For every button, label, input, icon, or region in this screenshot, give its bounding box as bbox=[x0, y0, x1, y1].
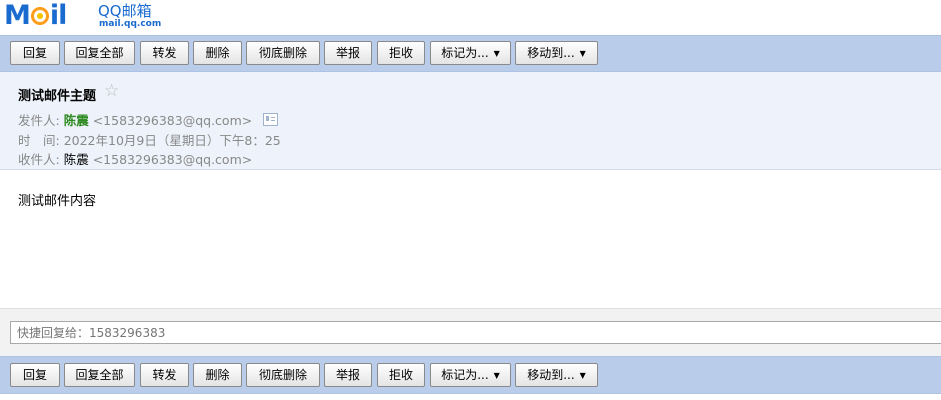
move-to-dropdown[interactable]: 移动到... ▼ bbox=[515, 363, 598, 387]
quick-reply-area bbox=[0, 308, 941, 356]
reply-button[interactable]: 回复 bbox=[10, 363, 60, 387]
delete-forever-button[interactable]: 彻底删除 bbox=[246, 41, 320, 65]
mark-as-label: 标记为... bbox=[441, 368, 489, 382]
chevron-down-icon: ▼ bbox=[579, 49, 586, 58]
sender-row: 发件人: 陈震 <1583296383@qq.com> bbox=[18, 110, 279, 129]
chevron-down-icon: ▼ bbox=[579, 371, 586, 380]
forward-button[interactable]: 转发 bbox=[140, 363, 189, 387]
bottom-toolbar: 回复 回复全部 转发 删除 彻底删除 举报 拒收 标记为... ▼ 移动到... ▼ bbox=[0, 356, 941, 394]
top-toolbar: 回复 回复全部 转发 删除 彻底删除 举报 拒收 标记为... ▼ 移动到... ▼ bbox=[0, 35, 941, 72]
reject-button[interactable]: 拒收 bbox=[377, 363, 425, 387]
chevron-down-icon: ▼ bbox=[493, 371, 500, 380]
report-button[interactable]: 举报 bbox=[324, 363, 372, 387]
mail-subject: 测试邮件主题 bbox=[18, 89, 97, 104]
delete-button[interactable]: 删除 bbox=[193, 363, 242, 387]
receiver-address: <1583296383@qq.com> bbox=[92, 152, 253, 167]
receiver-row: 收件人: 陈震 <1583296383@qq.com> bbox=[18, 149, 252, 168]
report-button[interactable]: 举报 bbox=[324, 41, 372, 65]
quick-reply-input[interactable] bbox=[10, 321, 941, 344]
move-to-dropdown[interactable]: 移动到... ▼ bbox=[515, 41, 598, 65]
qq-mail-logo[interactable]: Mil QQ邮箱 mail.qq.com bbox=[4, 0, 164, 32]
mail-header: 测试邮件主题 ☆ 发件人: 陈震 <1583296383@qq.com> 时 间… bbox=[0, 72, 941, 170]
sender-name[interactable]: 陈震 bbox=[64, 113, 89, 128]
sender-address: <1583296383@qq.com> bbox=[92, 113, 253, 128]
contact-card-icon[interactable] bbox=[263, 113, 279, 126]
chevron-down-icon: ▼ bbox=[493, 49, 500, 58]
time-value: 2022年10月9日（星期日）下午8：25 bbox=[63, 133, 281, 148]
logo-title: QQ邮箱 bbox=[98, 2, 152, 20]
reject-button[interactable]: 拒收 bbox=[377, 41, 425, 65]
mark-as-dropdown[interactable]: 标记为... ▼ bbox=[430, 41, 511, 65]
delete-forever-button[interactable]: 彻底删除 bbox=[246, 363, 320, 387]
delete-button[interactable]: 删除 bbox=[193, 41, 242, 65]
star-icon[interactable]: ☆ bbox=[104, 81, 119, 101]
reply-button[interactable]: 回复 bbox=[10, 41, 60, 65]
reply-all-button[interactable]: 回复全部 bbox=[64, 41, 135, 65]
move-to-label: 移动到... bbox=[527, 368, 575, 382]
receiver-label: 收件人: bbox=[18, 152, 60, 167]
mail-logo-mark: Mil bbox=[4, 0, 67, 31]
reply-all-button[interactable]: 回复全部 bbox=[64, 363, 135, 387]
mark-as-dropdown[interactable]: 标记为... ▼ bbox=[430, 363, 511, 387]
time-label: 时 间: bbox=[18, 133, 60, 148]
forward-button[interactable]: 转发 bbox=[140, 41, 189, 65]
mark-as-label: 标记为... bbox=[441, 46, 489, 60]
move-to-label: 移动到... bbox=[527, 46, 575, 60]
sender-label: 发件人: bbox=[18, 113, 60, 128]
mail-body: 测试邮件内容 bbox=[18, 194, 97, 209]
receiver-name[interactable]: 陈震 bbox=[64, 152, 89, 167]
logo-domain: mail.qq.com bbox=[99, 19, 162, 29]
time-row: 时 间: 2022年10月9日（星期日）下午8：25 bbox=[18, 130, 281, 149]
